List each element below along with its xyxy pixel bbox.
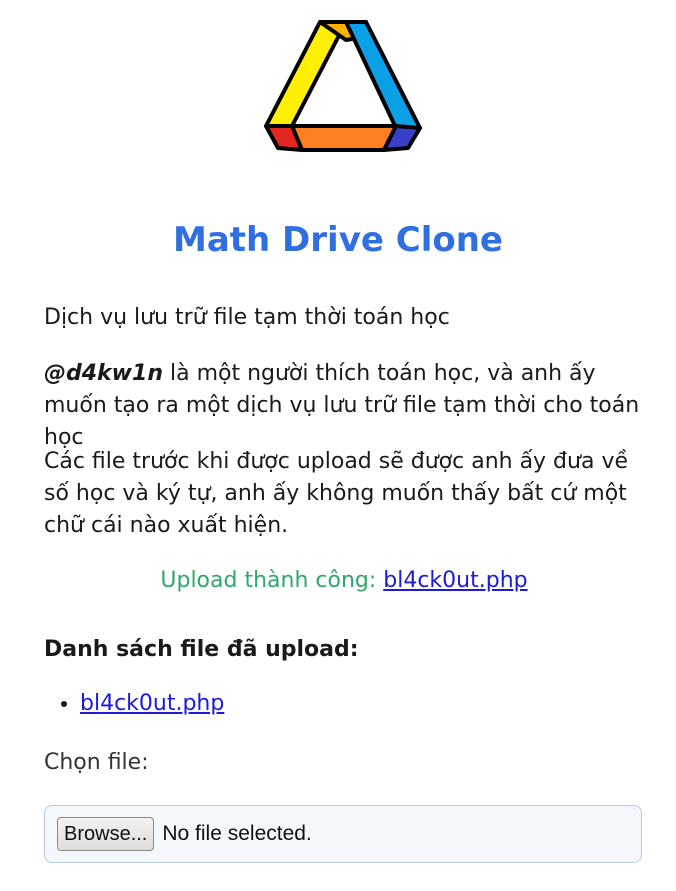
list-item: bl4ck0ut.php (80, 688, 224, 720)
browse-button[interactable]: Browse... (57, 817, 155, 851)
choose-file-label: Chọn file: (44, 750, 149, 775)
file-list: bl4ck0ut.php (44, 688, 224, 720)
uploaded-file-link[interactable]: bl4ck0ut.php (383, 568, 527, 593)
math-drive-logo (262, 18, 424, 156)
about-text: @d4kw1n là một người thích toán học, và … (44, 358, 644, 454)
triangle-logo-icon (264, 20, 422, 152)
upload-status-prefix: Upload thành công: (160, 568, 384, 593)
file-input[interactable]: Browse... No file selected. (44, 805, 642, 863)
author-handle: @d4kw1n (44, 361, 163, 386)
intro-text: Dịch vụ lưu trữ file tạm thời toán học (44, 305, 450, 330)
file-status-text: No file selected. (162, 822, 312, 845)
file-list-heading: Danh sách file đã upload: (44, 637, 359, 662)
note-text: Các file trước khi được upload sẽ được a… (44, 449, 628, 538)
upload-status: Upload thành công: bl4ck0ut.php (44, 565, 644, 597)
page-title: Math Drive Clone (172, 220, 503, 260)
file-link[interactable]: bl4ck0ut.php (80, 691, 224, 716)
